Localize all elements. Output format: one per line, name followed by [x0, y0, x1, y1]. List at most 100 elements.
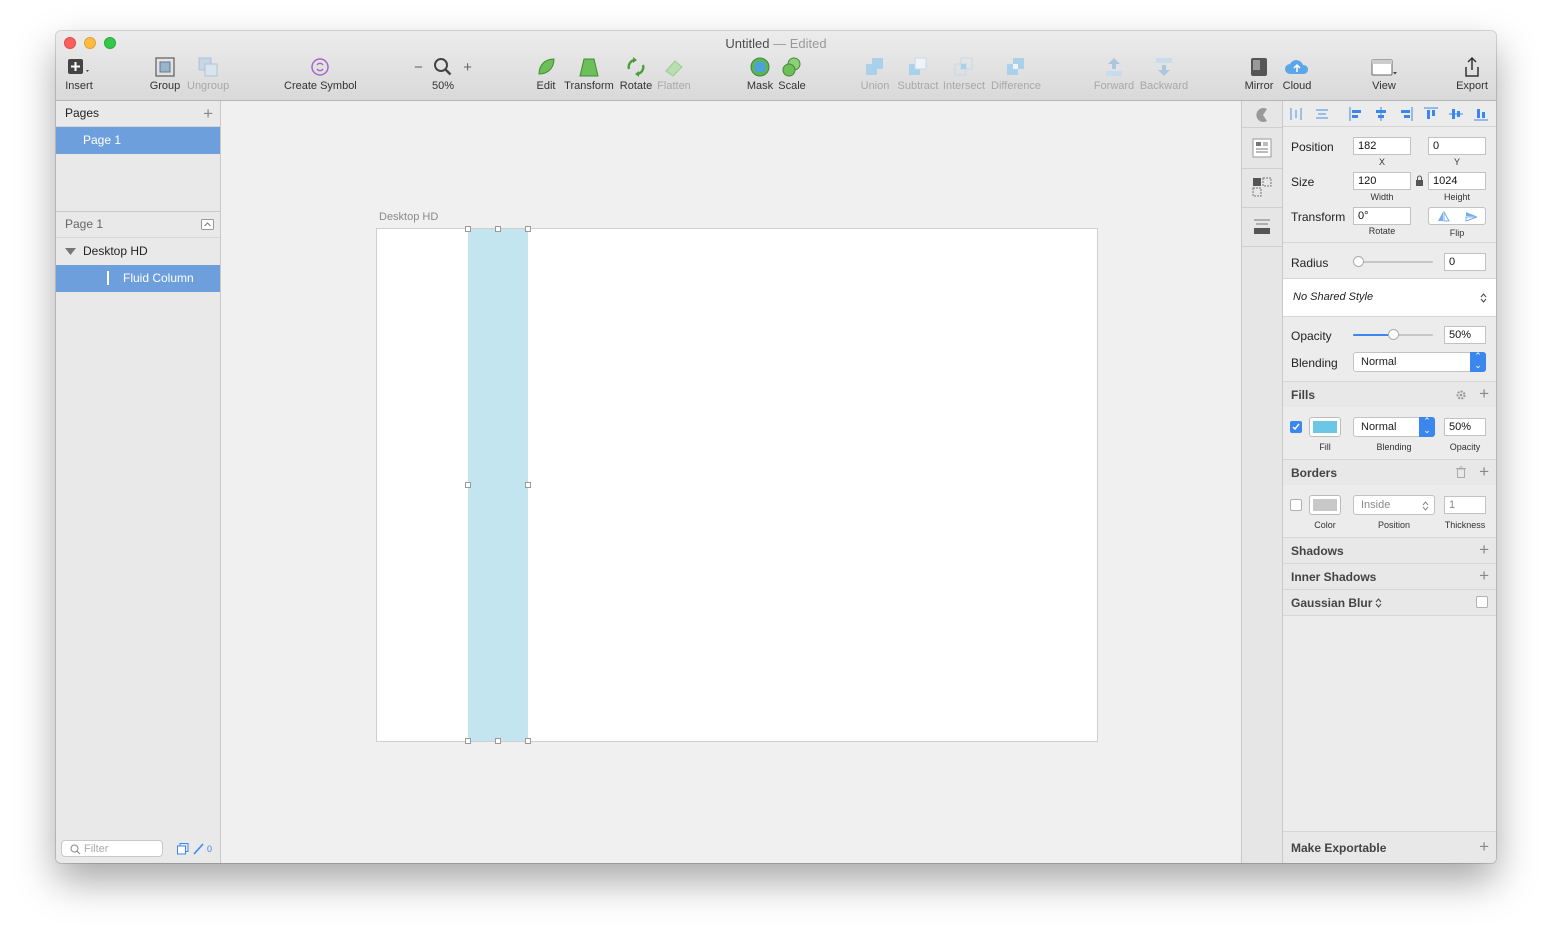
radius-slider-knob[interactable] [1353, 256, 1364, 267]
align-vertical-center-icon[interactable] [1449, 107, 1463, 121]
width-field[interactable]: 120 [1353, 172, 1411, 190]
border-position-select[interactable]: Inside [1353, 495, 1435, 515]
border-color-well[interactable] [1309, 495, 1341, 515]
artboard-title[interactable]: Desktop HD [379, 211, 438, 223]
cloud-button[interactable]: Cloud [1282, 56, 1312, 92]
fill-enabled-checkbox[interactable] [1290, 421, 1302, 433]
fill-opacity-sublabel: Opacity [1449, 442, 1481, 452]
intersect-button[interactable]: Intersect [942, 56, 986, 92]
mirror-label: Mirror [1244, 80, 1274, 92]
subtract-button[interactable]: Subtract [896, 56, 940, 92]
backward-label: Backward [1139, 80, 1189, 92]
align-top-icon[interactable] [1424, 107, 1438, 121]
fluid-column-shape[interactable] [468, 229, 528, 741]
height-field[interactable]: 1024 [1428, 172, 1486, 190]
align-horizontal-center-icon[interactable] [1374, 107, 1388, 121]
fill-color-swatch [1313, 421, 1337, 433]
fill-color-well[interactable] [1309, 417, 1341, 437]
fill-blending-select[interactable]: Normal ⌃ ⌄ [1353, 417, 1435, 437]
flatten-button[interactable]: Flatten [656, 56, 692, 92]
flip-horizontal-icon[interactable] [1437, 211, 1450, 222]
union-button[interactable]: Union [858, 56, 892, 92]
resize-handle-bottom[interactable] [495, 738, 501, 744]
radius-label: Radius [1291, 256, 1329, 270]
view-button[interactable]: View [1366, 56, 1402, 92]
rotate-field[interactable]: 0° [1353, 207, 1411, 225]
border-thickness-field[interactable]: 1 [1444, 496, 1486, 514]
rectangle-layer-icon [107, 271, 109, 285]
resize-handle-top[interactable] [495, 226, 501, 232]
rotate-button[interactable]: Rotate [618, 56, 654, 92]
flip-vertical-icon[interactable] [1465, 211, 1478, 222]
chevron-updown-icon[interactable] [1375, 597, 1382, 609]
disclosure-triangle-icon[interactable] [65, 248, 76, 256]
mask-button[interactable]: Mask [744, 56, 776, 92]
transform-button[interactable]: Transform [564, 56, 614, 92]
sketch-toolbox-icon[interactable] [1252, 105, 1272, 125]
select-objects-icon[interactable] [1252, 177, 1272, 197]
make-exportable-section[interactable]: Make Exportable + [1283, 831, 1496, 863]
add-fill-button[interactable]: + [1479, 384, 1489, 404]
shadows-section-header[interactable]: Shadows + [1283, 537, 1496, 563]
x-position-field[interactable]: 182 [1353, 137, 1411, 155]
layer-fluid-column[interactable]: Fluid Column [56, 265, 220, 292]
align-bottom-icon[interactable] [1474, 107, 1488, 121]
opacity-slider-knob[interactable] [1388, 329, 1399, 340]
resize-handle-top-right[interactable] [525, 226, 531, 232]
add-page-button[interactable]: + [203, 101, 213, 126]
fill-opacity-field[interactable]: 50% [1444, 418, 1486, 436]
border-enabled-checkbox[interactable] [1290, 499, 1302, 511]
create-symbol-button[interactable]: Create Symbol [284, 56, 357, 92]
artboard-desktop-hd[interactable] [376, 226, 1098, 744]
add-export-button[interactable]: + [1479, 837, 1489, 857]
align-right-icon[interactable] [1399, 107, 1413, 121]
distribute-horizontal-icon[interactable] [1289, 107, 1303, 121]
artboard-presets-icon[interactable] [1252, 216, 1272, 236]
resize-handle-bottom-right[interactable] [525, 738, 531, 744]
shared-style-select[interactable]: No Shared Style [1283, 278, 1496, 317]
symbols-filter-icon[interactable] [177, 843, 189, 855]
mirror-button[interactable]: Mirror [1244, 56, 1274, 92]
lock-icon[interactable] [1415, 175, 1424, 186]
gear-icon[interactable] [1455, 389, 1467, 401]
opacity-field[interactable]: 50% [1444, 326, 1486, 344]
filter-input[interactable]: Filter [61, 840, 163, 857]
layer-artboard-desktop-hd[interactable]: Desktop HD [56, 238, 220, 265]
radius-slider[interactable] [1353, 261, 1433, 263]
distribute-vertical-icon[interactable] [1315, 107, 1329, 121]
edit-button[interactable]: Edit [532, 56, 560, 92]
y-position-field[interactable]: 0 [1428, 137, 1486, 155]
add-border-button[interactable]: + [1479, 462, 1489, 482]
zoom-control: − + 50% [414, 56, 472, 92]
align-left-icon[interactable] [1349, 107, 1363, 121]
add-shadow-button[interactable]: + [1479, 540, 1489, 560]
resize-handle-right[interactable] [525, 482, 531, 488]
trash-icon[interactable] [1456, 466, 1466, 478]
ungroup-button[interactable]: Ungroup [187, 56, 229, 92]
canvas[interactable]: Desktop HD [221, 101, 1241, 863]
slice-filter-icon[interactable] [193, 843, 205, 855]
layer-list-icon[interactable] [1252, 138, 1272, 158]
add-inner-shadow-button[interactable]: + [1479, 566, 1489, 586]
collapse-layers-icon[interactable] [201, 219, 214, 230]
gaussian-blur-title[interactable]: Gaussian Blur [1291, 596, 1372, 610]
radius-field[interactable]: 0 [1444, 253, 1486, 271]
gaussian-blur-checkbox[interactable] [1476, 596, 1488, 608]
resize-handle-bottom-left[interactable] [465, 738, 471, 744]
gaussian-blur-section-header[interactable]: Gaussian Blur [1283, 589, 1496, 616]
difference-button[interactable]: Difference [990, 56, 1042, 92]
forward-button[interactable]: Forward [1092, 56, 1136, 92]
group-button[interactable]: Group [148, 56, 182, 92]
zoom-in-button[interactable]: + [463, 59, 472, 76]
zoom-out-button[interactable]: − [414, 59, 423, 76]
resize-handle-top-left[interactable] [465, 226, 471, 232]
page-item-page-1[interactable]: Page 1 [56, 127, 220, 154]
backward-button[interactable]: Backward [1138, 56, 1190, 92]
blending-select[interactable]: Normal ⌃ ⌄ [1353, 352, 1486, 372]
border-position-sublabel: Position [1377, 520, 1411, 530]
inner-shadows-section-header[interactable]: Inner Shadows + [1283, 563, 1496, 589]
scale-button[interactable]: Scale [776, 56, 808, 92]
export-button[interactable]: Export [1454, 56, 1490, 92]
resize-handle-left[interactable] [465, 482, 471, 488]
insert-button[interactable]: Insert [62, 56, 96, 92]
